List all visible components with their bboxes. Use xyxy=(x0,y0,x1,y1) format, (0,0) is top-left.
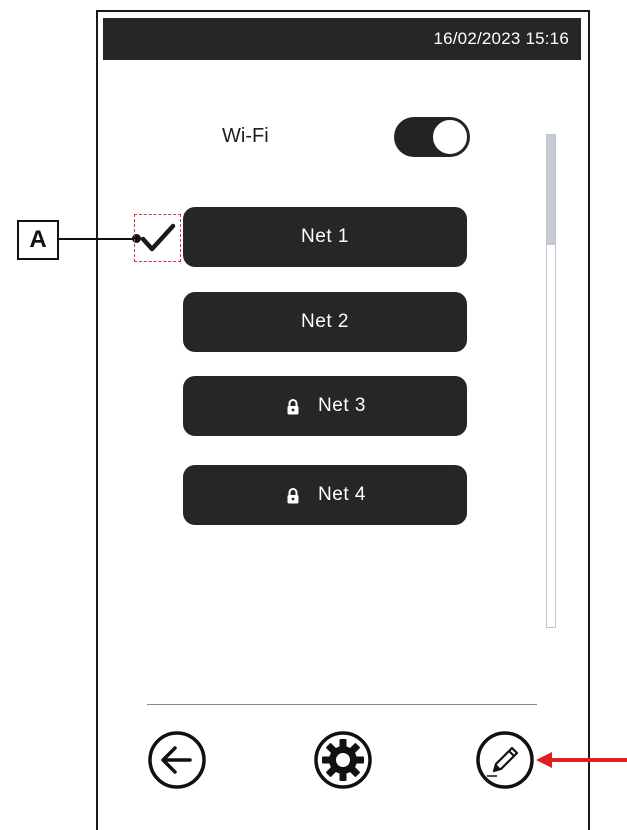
back-arrow-icon xyxy=(148,731,206,789)
annotation-arrow xyxy=(536,752,627,768)
scrollbar[interactable] xyxy=(546,134,556,628)
pencil-icon xyxy=(476,731,534,789)
lock-icon xyxy=(287,399,299,415)
network-button-4[interactable]: Net 4 xyxy=(183,465,467,525)
scrollbar-thumb[interactable] xyxy=(547,135,555,245)
settings-button[interactable] xyxy=(313,730,373,790)
wifi-toggle-knob xyxy=(432,119,468,155)
footer-divider xyxy=(147,704,537,705)
network-button-2[interactable]: Net 2 xyxy=(183,292,467,352)
wifi-toggle[interactable] xyxy=(394,117,470,157)
wifi-label: Wi-Fi xyxy=(222,125,269,147)
network-label: Net 3 xyxy=(318,395,366,416)
network-label: Net 4 xyxy=(318,484,366,505)
edit-button[interactable] xyxy=(475,730,535,790)
checkmark-icon xyxy=(140,223,176,252)
network-label: Net 2 xyxy=(301,311,349,332)
callout-label-box: A xyxy=(17,220,59,260)
gear-icon xyxy=(314,731,372,789)
network-button-3[interactable]: Net 3 xyxy=(183,376,467,436)
status-bar: 16/02/2023 15:16 xyxy=(103,18,581,60)
back-button[interactable] xyxy=(147,730,207,790)
network-button-1[interactable]: Net 1 xyxy=(183,207,467,267)
callout-label: A xyxy=(29,226,47,253)
lock-icon xyxy=(287,488,299,504)
status-datetime: 16/02/2023 15:16 xyxy=(433,29,569,48)
network-label: Net 1 xyxy=(301,226,349,247)
callout-leader-line xyxy=(59,238,139,240)
